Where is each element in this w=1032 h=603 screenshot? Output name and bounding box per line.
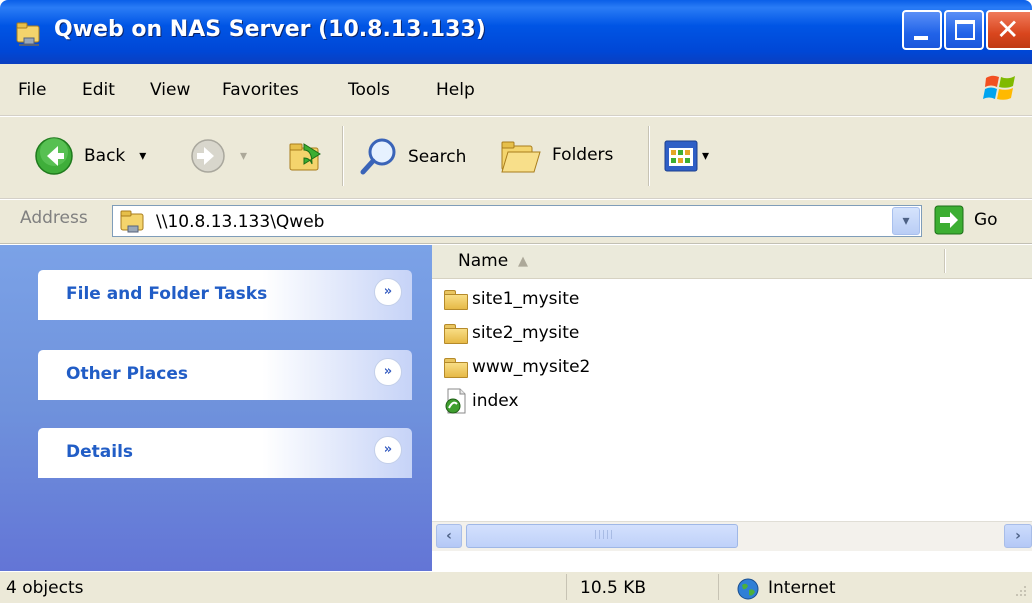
- scrollbar-grip-icon: |||||: [594, 530, 615, 540]
- status-size: 10.5 KB: [580, 578, 647, 598]
- resize-grip-icon[interactable]: [1010, 582, 1028, 600]
- list-item[interactable]: index: [444, 386, 519, 416]
- window-title: Qweb on NAS Server (10.8.13.133): [54, 17, 486, 42]
- up-folder-button[interactable]: [286, 134, 328, 176]
- windows-logo-icon: [983, 75, 1015, 100]
- chevron-down-icon[interactable]: »: [374, 358, 402, 386]
- sort-ascending-icon: ▲: [518, 254, 528, 269]
- file-folder-tasks-header[interactable]: File and Folder Tasks »: [38, 270, 412, 320]
- menu-help[interactable]: Help: [436, 80, 475, 100]
- back-arrow-icon: [35, 137, 73, 175]
- other-places-header[interactable]: Other Places »: [38, 350, 412, 400]
- forward-dropdown-icon: ▾: [240, 148, 248, 164]
- file-name: site2_mysite: [472, 323, 580, 343]
- chevron-down-icon[interactable]: »: [374, 436, 402, 464]
- scroll-right-button[interactable]: ›: [1004, 524, 1032, 548]
- forward-arrow-icon: [191, 139, 225, 173]
- menu-favorites[interactable]: Favorites: [222, 80, 299, 100]
- up-folder-icon: [289, 143, 321, 171]
- status-object-count: 4 objects: [6, 578, 84, 598]
- address-dropdown-button[interactable]: ▾: [892, 207, 920, 235]
- list-item[interactable]: site1_mysite: [444, 284, 579, 314]
- views-dropdown-icon[interactable]: ▾: [702, 148, 709, 164]
- task-group-title: File and Folder Tasks: [66, 284, 268, 304]
- details-header[interactable]: Details »: [38, 428, 412, 478]
- menu-view[interactable]: View: [150, 80, 190, 100]
- views-icon: [664, 140, 698, 172]
- address-value[interactable]: \\10.8.13.133\Qweb: [156, 212, 324, 232]
- status-zone: Internet: [768, 578, 836, 598]
- status-divider: [718, 574, 719, 600]
- scroll-left-button[interactable]: ‹: [436, 524, 462, 548]
- menu-edit[interactable]: Edit: [82, 80, 115, 100]
- list-item[interactable]: site2_mysite: [444, 318, 579, 348]
- go-button[interactable]: Go: [934, 205, 998, 235]
- folders-button[interactable]: Folders: [500, 134, 613, 176]
- close-button[interactable]: ✕: [986, 10, 1032, 50]
- search-label: Search: [408, 147, 467, 167]
- status-bar: [0, 571, 1032, 603]
- maximize-button[interactable]: [944, 10, 984, 50]
- go-arrow-icon: [934, 205, 964, 235]
- html-file-icon: [445, 388, 466, 414]
- column-header-name[interactable]: Name: [458, 251, 508, 271]
- chevron-down-icon[interactable]: »: [374, 278, 402, 306]
- back-button[interactable]: Back ▾: [34, 136, 146, 176]
- column-divider[interactable]: [944, 249, 946, 273]
- file-name: index: [472, 391, 519, 411]
- folder-icon: [444, 290, 468, 310]
- back-dropdown-icon[interactable]: ▾: [139, 148, 146, 164]
- network-folder-icon: [16, 22, 40, 46]
- menu-tools[interactable]: Tools: [348, 80, 390, 100]
- folder-icon: [444, 324, 468, 344]
- folders-icon: [501, 141, 541, 173]
- internet-globe-icon: [737, 578, 759, 600]
- folder-icon: [444, 358, 468, 378]
- network-folder-icon: [120, 210, 144, 233]
- file-name: www_mysite2: [472, 357, 591, 377]
- maximize-icon: [955, 20, 975, 40]
- menu-bar: File Edit View Favorites Tools Help: [0, 64, 1032, 116]
- file-name: site1_mysite: [472, 289, 580, 309]
- task-group-title: Other Places: [66, 364, 188, 384]
- back-label: Back: [84, 146, 126, 166]
- list-item[interactable]: www_mysite2: [444, 352, 590, 382]
- views-button[interactable]: ▾: [664, 140, 709, 172]
- forward-button[interactable]: ▾: [190, 138, 247, 174]
- folders-label: Folders: [552, 145, 614, 165]
- address-label: Address: [20, 208, 88, 228]
- close-icon: ✕: [996, 13, 1020, 46]
- title-bar[interactable]: Qweb on NAS Server (10.8.13.133) ✕: [0, 0, 1032, 64]
- status-divider: [566, 574, 567, 600]
- menu-file[interactable]: File: [18, 80, 46, 100]
- minimize-icon: [914, 36, 928, 40]
- task-group-title: Details: [66, 442, 134, 462]
- minimize-button[interactable]: [902, 10, 942, 50]
- search-button[interactable]: Search: [358, 136, 466, 178]
- search-icon: [360, 138, 396, 175]
- go-label: Go: [974, 210, 998, 230]
